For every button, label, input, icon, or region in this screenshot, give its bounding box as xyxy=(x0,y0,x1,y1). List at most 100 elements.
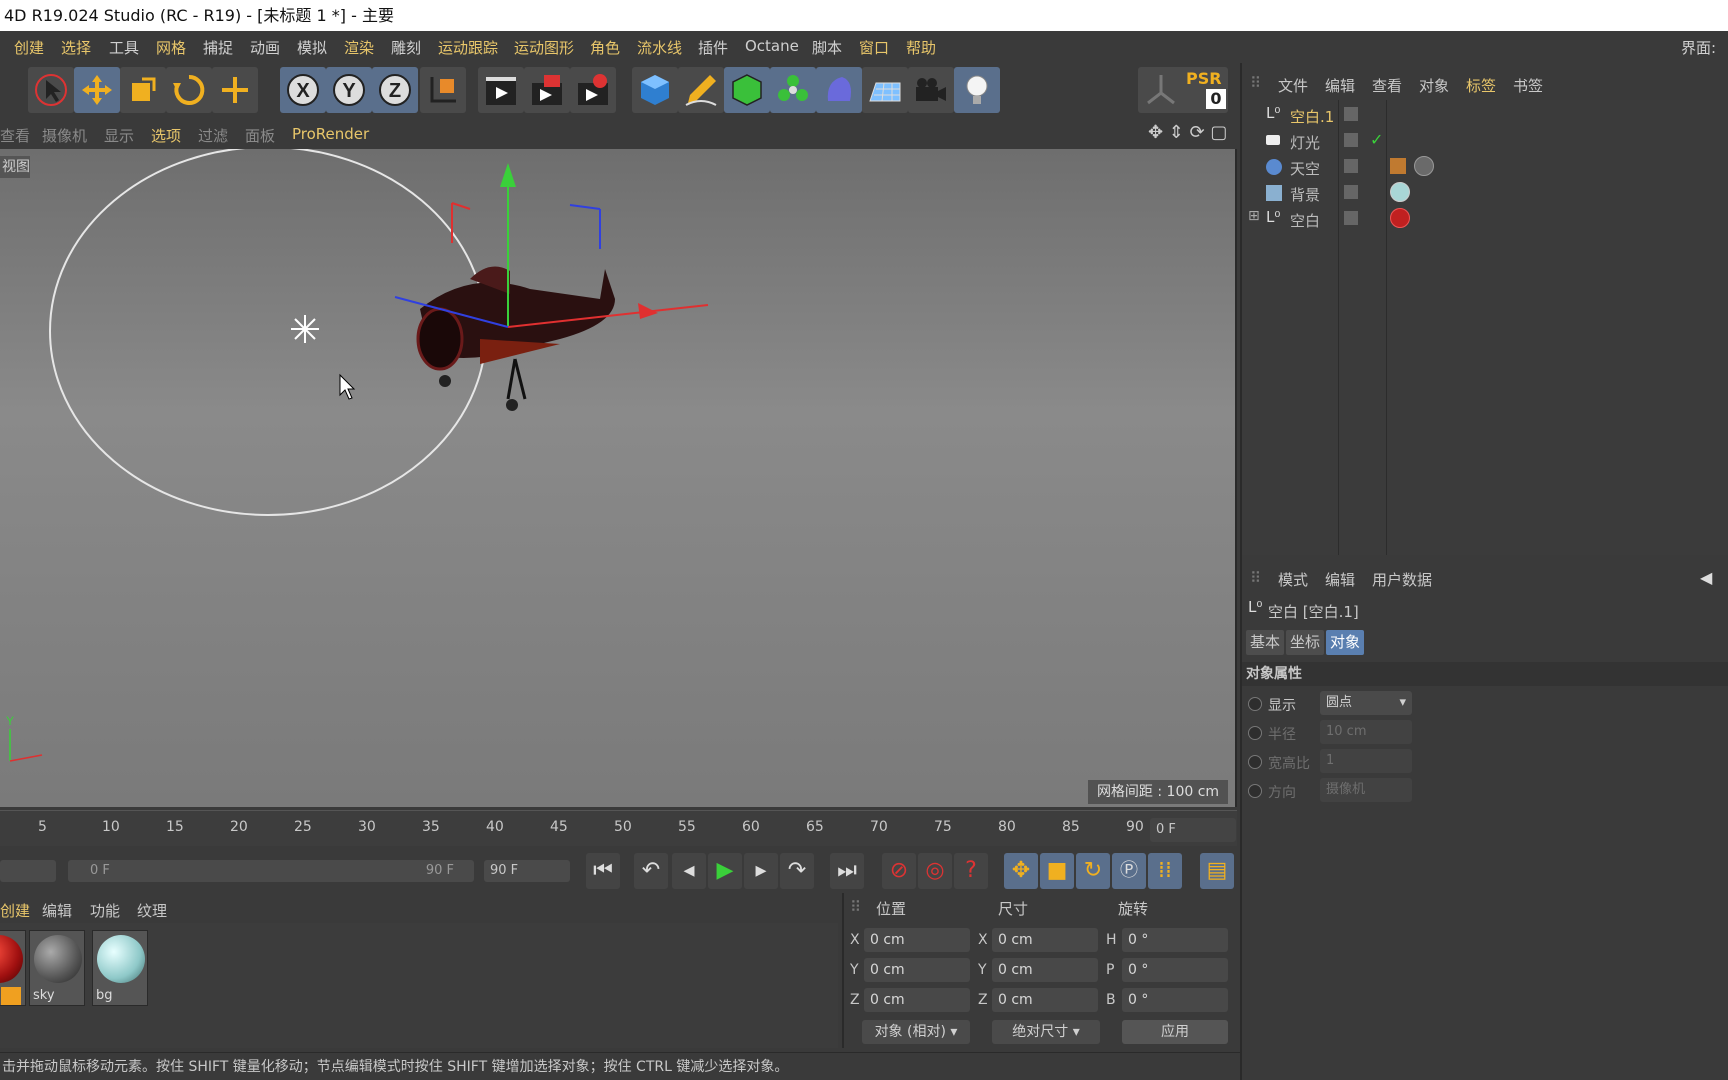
z-axis-icon[interactable]: Z xyxy=(372,67,418,113)
attributes-menu-mode[interactable]: 模式 xyxy=(1278,569,1308,590)
menu-simulate[interactable]: 模拟 xyxy=(297,37,327,58)
rotation-p-field[interactable]: 0 ° xyxy=(1122,958,1228,982)
material-swatch-sky[interactable]: sky xyxy=(29,930,85,1006)
prev-frame-icon[interactable]: ◂ xyxy=(672,853,706,889)
aspect-field[interactable]: 1 xyxy=(1320,749,1412,773)
coordinate-system-icon[interactable] xyxy=(420,67,466,113)
material-swatch-red[interactable] xyxy=(0,930,26,1006)
menu-plugins[interactable]: 插件 xyxy=(698,37,728,58)
menu-character[interactable]: 角色 xyxy=(590,37,620,58)
viewport-menu-options[interactable]: 选项 xyxy=(151,125,181,146)
render-picture-icon[interactable] xyxy=(524,67,570,113)
next-key-icon[interactable]: ↷ xyxy=(780,853,814,889)
grip-icon[interactable]: ⠿ xyxy=(1250,569,1261,587)
objects-menu-bookmarks[interactable]: 书签 xyxy=(1513,75,1543,96)
goto-start-icon[interactable]: ⏮ xyxy=(586,853,620,889)
material-tag-red-icon[interactable] xyxy=(1390,208,1410,228)
menu-motion-tracking[interactable]: 运动跟踪 xyxy=(438,37,498,58)
rotation-h-field[interactable]: 0 ° xyxy=(1122,928,1228,952)
object-row-light[interactable]: 灯光 ✓ xyxy=(1242,128,1728,154)
current-frame-field[interactable]: 0 F xyxy=(1150,818,1236,842)
size-mode-select[interactable]: 绝对尺寸 ▾ xyxy=(992,1020,1100,1044)
attributes-menu-userdata[interactable]: 用户数据 xyxy=(1372,569,1432,590)
attributes-menu-edit[interactable]: 编辑 xyxy=(1325,569,1355,590)
menu-help[interactable]: 帮助 xyxy=(906,37,936,58)
menu-mesh[interactable]: 网格 xyxy=(156,37,186,58)
menu-tools[interactable]: 工具 xyxy=(109,37,139,58)
material-menu-function[interactable]: 功能 xyxy=(90,900,120,921)
objects-menu-object[interactable]: 对象 xyxy=(1419,75,1449,96)
next-frame-icon[interactable]: ▸ xyxy=(744,853,778,889)
object-row-null1[interactable]: L⁰ 空白.1 xyxy=(1242,102,1728,128)
floor-icon[interactable] xyxy=(862,67,908,113)
prev-key-icon[interactable]: ↶ xyxy=(634,853,668,889)
size-x-field[interactable]: 0 cm xyxy=(992,928,1098,952)
viewport-nav-icons[interactable]: ✥ ⇕ ⟳ ▢ xyxy=(1148,122,1227,143)
menu-create[interactable]: 创建 xyxy=(14,37,44,58)
grip-icon[interactable]: ⠿ xyxy=(1250,74,1261,92)
material-menu-edit[interactable]: 编辑 xyxy=(42,900,72,921)
light-icon[interactable] xyxy=(954,67,1000,113)
objects-menu-edit[interactable]: 编辑 xyxy=(1325,75,1355,96)
key-pla-icon[interactable]: ⁞⁞ xyxy=(1148,853,1182,889)
radius-field[interactable]: 10 cm xyxy=(1320,720,1412,744)
deformer-icon[interactable] xyxy=(816,67,862,113)
visibility-icon[interactable] xyxy=(1344,133,1358,147)
visibility-icon[interactable] xyxy=(1344,159,1358,173)
object-row-null[interactable]: ⊞ L⁰ 空白 xyxy=(1242,206,1728,232)
timeline-window-icon[interactable]: ▤ xyxy=(1200,853,1234,889)
object-row-sky[interactable]: 天空 xyxy=(1242,154,1728,180)
animate-radio[interactable] xyxy=(1248,784,1262,798)
autokey-icon[interactable]: ◎ xyxy=(918,853,952,889)
viewport-menu-filter[interactable]: 过滤 xyxy=(198,125,228,146)
menu-window[interactable]: 窗口 xyxy=(859,37,889,58)
3d-viewport[interactable]: Y xyxy=(0,149,1237,807)
camera-icon[interactable] xyxy=(908,67,954,113)
objects-menu-file[interactable]: 文件 xyxy=(1278,75,1308,96)
tab-coord[interactable]: 坐标 xyxy=(1286,630,1324,655)
compositing-tag-icon[interactable] xyxy=(1390,158,1406,174)
viewport-menu-display[interactable]: 显示 xyxy=(104,125,134,146)
size-z-field[interactable]: 0 cm xyxy=(992,988,1098,1012)
scale-icon[interactable] xyxy=(120,67,166,113)
material-menu-create[interactable]: 创建 xyxy=(0,900,30,921)
coord-mode-select[interactable]: 对象 (相对) ▾ xyxy=(862,1020,970,1044)
key-parameter-icon[interactable]: Ⓟ xyxy=(1112,853,1146,889)
size-y-field[interactable]: 0 cm xyxy=(992,958,1098,982)
keyframe-selection-icon[interactable]: ? xyxy=(954,853,988,889)
viewport-menu-prorender[interactable]: ProRender xyxy=(292,125,369,143)
menu-script[interactable]: 脚本 xyxy=(812,37,842,58)
cloner-icon[interactable] xyxy=(770,67,816,113)
material-swatch-bg[interactable]: bg xyxy=(92,930,148,1006)
menu-octane[interactable]: Octane xyxy=(745,37,799,55)
material-tag-bg-icon[interactable] xyxy=(1390,182,1410,202)
material-tag-sky-icon[interactable] xyxy=(1414,156,1434,176)
subdivide-icon[interactable] xyxy=(724,67,770,113)
visibility-icon[interactable] xyxy=(1344,107,1358,121)
position-z-field[interactable]: 0 cm xyxy=(864,988,970,1012)
orientation-select[interactable]: 摄像机 xyxy=(1320,778,1412,802)
move-alt-icon[interactable] xyxy=(212,67,258,113)
object-name[interactable]: 空白 xyxy=(1290,210,1320,231)
grip-icon[interactable]: ⠿ xyxy=(850,898,861,916)
record-key-icon[interactable]: ⊘ xyxy=(882,853,916,889)
animate-radio[interactable] xyxy=(1248,726,1262,740)
object-row-background[interactable]: 背景 xyxy=(1242,180,1728,206)
menu-render[interactable]: 渲染 xyxy=(344,37,374,58)
position-y-field[interactable]: 0 cm xyxy=(864,958,970,982)
object-name[interactable]: 背景 xyxy=(1290,184,1320,205)
animate-radio[interactable] xyxy=(1248,697,1262,711)
viewport-menu-camera[interactable]: 摄像机 xyxy=(42,125,87,146)
animate-radio[interactable] xyxy=(1248,755,1262,769)
object-name[interactable]: 空白.1 xyxy=(1290,106,1334,127)
rotation-b-field[interactable]: 0 ° xyxy=(1122,988,1228,1012)
tab-object[interactable]: 对象 xyxy=(1326,630,1364,655)
expand-icon[interactable]: ⊞ xyxy=(1248,208,1260,224)
select-arrow-icon[interactable] xyxy=(28,67,74,113)
material-menu-texture[interactable]: 纹理 xyxy=(137,900,167,921)
visibility-icon[interactable] xyxy=(1344,185,1358,199)
key-position-icon[interactable]: ✥ xyxy=(1004,853,1038,889)
key-rotation-icon[interactable]: ↻ xyxy=(1076,853,1110,889)
timeline-ruler[interactable]: 5 10 15 20 25 30 35 40 45 50 55 60 65 70 75 80 85 90 xyxy=(0,810,1237,846)
apply-button[interactable]: 应用 xyxy=(1122,1020,1228,1044)
